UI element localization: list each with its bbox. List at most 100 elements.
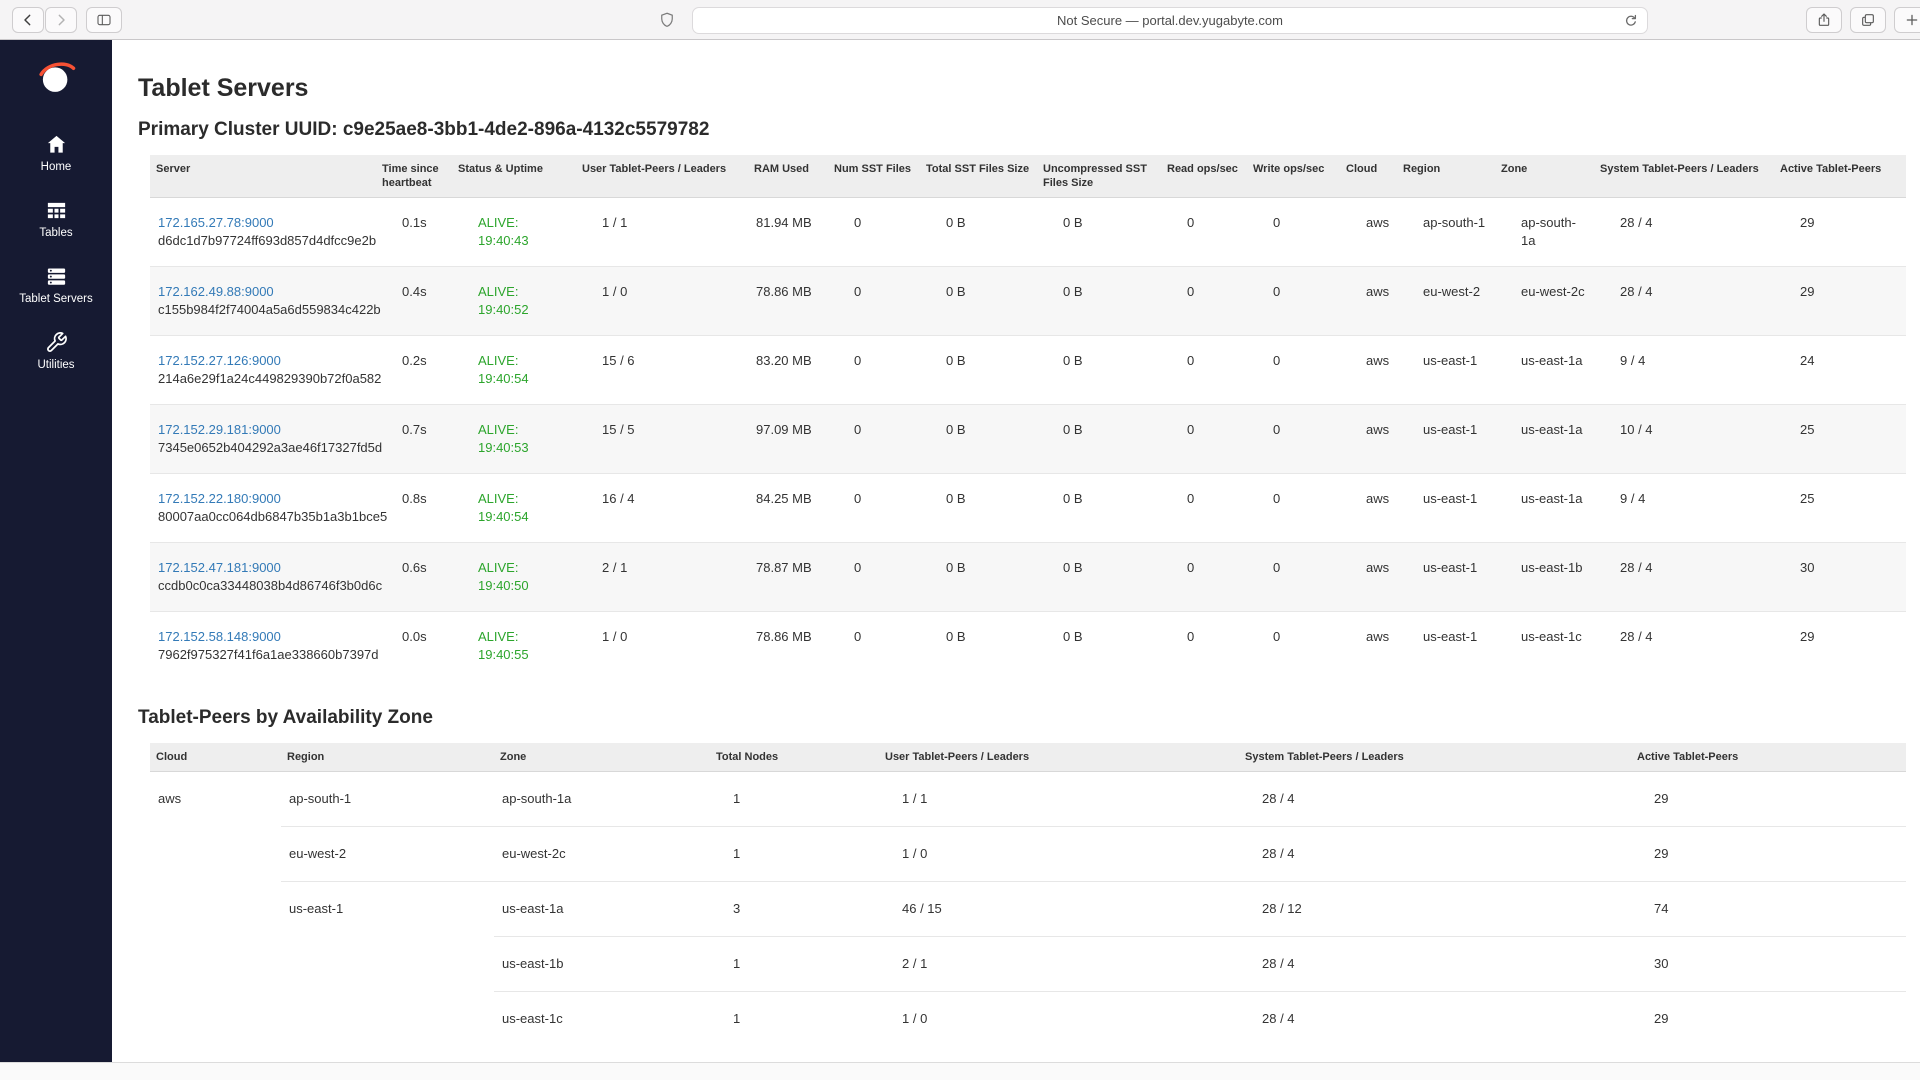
sidebar-item-home[interactable]: Home [0, 120, 112, 186]
availability-zone-table: Cloud Region Zone Total Nodes User Table… [150, 743, 1906, 1047]
sidebar-item-tablet-servers[interactable]: Tablet Servers [0, 252, 112, 318]
cell-heartbeat: 0.2s [376, 336, 452, 405]
tserver-link[interactable]: 172.152.47.181:9000 [158, 560, 281, 575]
privacy-shield-icon[interactable] [658, 11, 676, 29]
horizontal-scrollbar-area [0, 1062, 1920, 1080]
cell-region: eu-west-2 [281, 826, 494, 881]
cell-active-peers: 30 [1631, 936, 1906, 991]
sidebar-toggle-button[interactable] [86, 7, 122, 33]
cell-user-peers: 1 / 0 [576, 267, 748, 336]
cell-user-peers: 46 / 15 [879, 881, 1239, 936]
sidebar-item-label: Home [4, 161, 108, 174]
cell-ram: 84.25 MB [748, 474, 828, 543]
cell-zone: us-east-1a [1495, 405, 1594, 474]
share-button[interactable] [1806, 7, 1842, 33]
yugabyte-logo-icon[interactable] [35, 56, 77, 98]
col-cloud: Cloud [1340, 155, 1397, 198]
tserver-link[interactable]: 172.152.29.181:9000 [158, 422, 281, 437]
cell-ram: 78.87 MB [748, 543, 828, 612]
tserver-uuid: 214a6e29f1a24c449829390b72f0a582 [158, 370, 368, 388]
cell-zone: ap-south-1a [494, 771, 710, 826]
tserver-link[interactable]: 172.152.58.148:9000 [158, 629, 281, 644]
cell-zone: us-east-1a [1495, 336, 1594, 405]
sidebar-item-label: Tablet Servers [4, 293, 108, 306]
address-bar[interactable]: Not Secure — portal.dev.yugabyte.com [692, 7, 1648, 34]
cell-active-peers: 29 [1631, 771, 1906, 826]
col-heartbeat: Time since heartbeat [376, 155, 452, 198]
cell-region: eu-west-2 [1397, 267, 1495, 336]
cell-system-peers: 28 / 12 [1239, 881, 1631, 936]
cell-active-peers: 29 [1631, 991, 1906, 1046]
cell-region: us-east-1 [1397, 336, 1495, 405]
col-zone: Zone [494, 743, 710, 772]
cell-ram: 81.94 MB [748, 198, 828, 267]
tserver-link[interactable]: 172.162.49.88:9000 [158, 284, 274, 299]
cell-heartbeat: 0.1s [376, 198, 452, 267]
tserver-link[interactable]: 172.152.22.180:9000 [158, 491, 281, 506]
cell-num-sst: 0 [828, 405, 920, 474]
cell-heartbeat: 0.6s [376, 543, 452, 612]
cell-server: 172.152.47.181:9000 ccdb0c0ca33448038b4d… [150, 543, 376, 612]
cell-cloud: aws [1340, 543, 1397, 612]
sidebar-item-label: Tables [4, 227, 108, 240]
sidebar-item-tables[interactable]: Tables [0, 186, 112, 252]
refresh-icon[interactable] [1623, 13, 1639, 29]
cell-zone: us-east-1c [494, 991, 710, 1046]
cell-zone: us-east-1b [494, 936, 710, 991]
back-button[interactable] [12, 7, 44, 33]
back-icon [20, 12, 36, 28]
cell-server: 172.152.22.180:9000 80007aa0cc064db6847b… [150, 474, 376, 543]
col-region: Region [1397, 155, 1495, 198]
cell-cloud: aws [1340, 198, 1397, 267]
new-tab-button[interactable] [1894, 7, 1920, 33]
tserver-link[interactable]: 172.152.27.126:9000 [158, 353, 281, 368]
tab-overview-button[interactable] [1850, 7, 1886, 33]
cell-server: 172.152.27.126:9000 214a6e29f1a24c449829… [150, 336, 376, 405]
cell-write-ops: 0 [1247, 198, 1340, 267]
cell-total-sst: 0 B [920, 543, 1037, 612]
cell-zone: eu-west-2c [1495, 267, 1594, 336]
cell-cloud: aws [150, 771, 281, 1046]
cell-user-peers: 16 / 4 [576, 474, 748, 543]
tserver-uuid: c155b984f2f74004a5a6d559834c422b [158, 301, 368, 319]
tablet-servers-table: Server Time since heartbeat Status & Upt… [150, 155, 1906, 681]
cell-write-ops: 0 [1247, 336, 1340, 405]
cell-user-peers: 1 / 0 [879, 991, 1239, 1046]
cell-system-peers: 9 / 4 [1594, 474, 1774, 543]
cell-region: us-east-1 [1397, 612, 1495, 681]
cell-system-peers: 10 / 4 [1594, 405, 1774, 474]
tserver-uuid: d6dc1d7b97724ff693d857d4dfcc9e2b [158, 232, 368, 250]
cell-total-nodes: 1 [710, 991, 879, 1046]
cell-status: ALIVE: 19:40:50 [452, 543, 576, 612]
cell-region: us-east-1 [1397, 405, 1495, 474]
cell-server: 172.152.58.148:9000 7962f975327f41f6a1ae… [150, 612, 376, 681]
cell-ram: 78.86 MB [748, 612, 828, 681]
cell-read-ops: 0 [1161, 336, 1247, 405]
tserver-link[interactable]: 172.165.27.78:9000 [158, 215, 274, 230]
col-active-peers: Active Tablet-Peers [1631, 743, 1906, 772]
cell-system-peers: 28 / 4 [1594, 267, 1774, 336]
cell-system-peers: 28 / 4 [1239, 991, 1631, 1046]
cell-user-peers: 1 / 1 [576, 198, 748, 267]
cell-user-peers: 2 / 1 [576, 543, 748, 612]
cell-user-peers: 1 / 0 [879, 826, 1239, 881]
tabs-icon [1860, 12, 1876, 28]
cell-read-ops: 0 [1161, 267, 1247, 336]
cell-active-peers: 29 [1774, 267, 1906, 336]
tserver-uuid: ccdb0c0ca33448038b4d86746f3b0d6c [158, 577, 368, 595]
cell-total-sst: 0 B [920, 405, 1037, 474]
col-ram: RAM Used [748, 155, 828, 198]
tserver-row: 172.152.47.181:9000 ccdb0c0ca33448038b4d… [150, 543, 1906, 612]
cell-zone: ap-south-1a [1495, 198, 1594, 267]
col-status: Status & Uptime [452, 155, 576, 198]
cell-active-peers: 25 [1774, 405, 1906, 474]
col-read-ops: Read ops/sec [1161, 155, 1247, 198]
cell-uncompressed-sst: 0 B [1037, 405, 1161, 474]
cell-write-ops: 0 [1247, 405, 1340, 474]
cell-cloud: aws [1340, 612, 1397, 681]
sidebar-item-utilities[interactable]: Utilities [0, 318, 112, 384]
cell-num-sst: 0 [828, 474, 920, 543]
cell-ram: 78.86 MB [748, 267, 828, 336]
cell-write-ops: 0 [1247, 267, 1340, 336]
forward-button[interactable] [45, 7, 77, 33]
